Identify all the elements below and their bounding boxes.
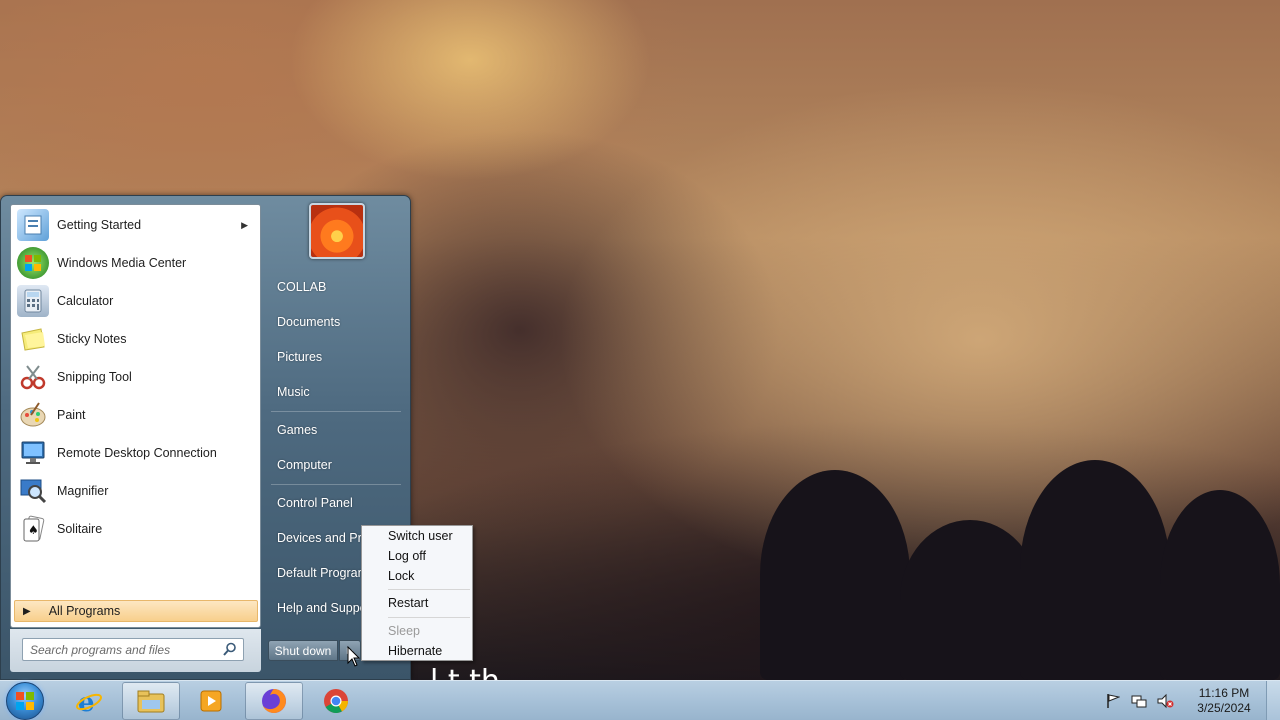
power-options-menu: Switch user Log off Lock Restart Sleep H… [361, 525, 473, 661]
program-label: Getting Started [57, 218, 142, 232]
audience-silhouette [1020, 460, 1170, 680]
user-avatar[interactable] [309, 203, 365, 259]
chrome-icon [324, 689, 348, 714]
triangle-right-icon: ▶ [23, 605, 31, 617]
shutdown-button[interactable]: Shut down [268, 640, 338, 661]
menu-separator [388, 617, 470, 618]
programs-pane: Getting Started ▶ Windows Media Center C… [10, 204, 261, 628]
program-label: Snipping Tool [57, 370, 132, 384]
network-icon[interactable] [1130, 692, 1148, 710]
right-item-pictures[interactable]: Pictures [269, 343, 404, 371]
taskbar: e 11:16 PM 3/25/2024 [0, 680, 1280, 720]
audience-silhouette [760, 470, 910, 680]
getting-started-icon [17, 209, 49, 241]
taskbar-media-player[interactable] [182, 682, 240, 720]
program-calculator[interactable]: Calculator [13, 283, 258, 319]
right-item-control-panel[interactable]: Control Panel [269, 489, 404, 517]
program-label: Paint [57, 408, 86, 422]
windows-explorer-icon [137, 690, 165, 713]
clock[interactable]: 11:16 PM 3/25/2024 [1186, 686, 1262, 716]
audience-silhouette [900, 520, 1040, 680]
program-label: Magnifier [57, 484, 109, 498]
system-tray: 11:16 PM 3/25/2024 [1100, 681, 1280, 720]
snipping-tool-icon [17, 361, 49, 393]
clock-date: 3/25/2024 [1197, 701, 1251, 715]
internet-explorer-icon: e [76, 688, 102, 715]
program-label: Windows Media Center [57, 256, 187, 270]
menu-item-sleep: Sleep [388, 624, 420, 638]
search-box[interactable] [22, 638, 244, 661]
program-snipping-tool[interactable]: Snipping Tool [13, 359, 258, 395]
program-label: Remote Desktop Connection [57, 446, 217, 460]
search-input[interactable] [30, 642, 215, 657]
right-item-computer[interactable]: Computer [269, 451, 404, 479]
remote-desktop-icon [17, 437, 49, 469]
program-label: Solitaire [57, 522, 103, 536]
program-windows-media-center[interactable]: Windows Media Center [13, 245, 258, 281]
taskbar-internet-explorer[interactable]: e [60, 682, 118, 720]
start-button[interactable] [6, 682, 44, 720]
program-solitaire[interactable]: ♠ Solitaire [13, 511, 258, 547]
media-center-icon [17, 247, 49, 279]
separator [271, 411, 401, 412]
clock-time: 11:16 PM [1198, 686, 1250, 700]
search-icon[interactable] [223, 642, 237, 656]
action-center-flag-icon[interactable] [1104, 692, 1122, 710]
search-area [10, 629, 261, 672]
right-item-games[interactable]: Games [269, 416, 404, 444]
program-magnifier[interactable]: Magnifier [13, 473, 258, 509]
magnifier-icon [17, 475, 49, 507]
show-desktop-button[interactable] [1266, 681, 1280, 720]
taskbar-chrome[interactable] [307, 682, 365, 720]
program-sticky-notes[interactable]: Sticky Notes [13, 321, 258, 357]
sticky-notes-icon [17, 323, 49, 355]
program-paint[interactable]: Paint [13, 397, 258, 433]
taskbar-windows-explorer[interactable] [122, 682, 180, 720]
mouse-cursor-icon [347, 646, 361, 667]
media-player-icon [200, 690, 222, 712]
program-label: Calculator [57, 294, 114, 308]
menu-item-lock[interactable]: Lock [364, 566, 470, 586]
menu-item-log-off[interactable]: Log off [364, 546, 470, 566]
all-programs-button[interactable]: ▶ All Programs [14, 600, 258, 622]
audience-silhouette [1160, 490, 1280, 680]
svg-text:♠: ♠ [28, 523, 39, 537]
right-item-collab[interactable]: COLLAB [269, 273, 404, 301]
program-remote-desktop[interactable]: Remote Desktop Connection [13, 435, 258, 471]
calculator-icon [17, 285, 49, 317]
start-menu: Getting Started ▶ Windows Media Center C… [0, 195, 411, 680]
right-item-documents[interactable]: Documents [269, 308, 404, 336]
menu-item-switch-user[interactable]: Switch user [364, 526, 470, 546]
program-label: Sticky Notes [57, 332, 127, 346]
all-programs-label: All Programs [48, 604, 121, 618]
solitaire-icon: ♠ [17, 513, 49, 545]
volume-muted-icon[interactable] [1156, 692, 1174, 710]
windows-logo-icon [16, 692, 34, 710]
paint-icon [17, 399, 49, 431]
taskbar-firefox[interactable] [245, 682, 303, 720]
menu-item-restart[interactable]: Restart [364, 593, 470, 613]
menu-separator [388, 589, 470, 590]
menu-item-hibernate[interactable]: Hibernate [364, 641, 470, 661]
right-item-music[interactable]: Music [269, 378, 404, 406]
submenu-arrow-icon: ▶ [241, 219, 248, 230]
program-getting-started[interactable]: Getting Started ▶ [13, 207, 258, 243]
separator [271, 484, 401, 485]
firefox-icon [262, 689, 286, 713]
